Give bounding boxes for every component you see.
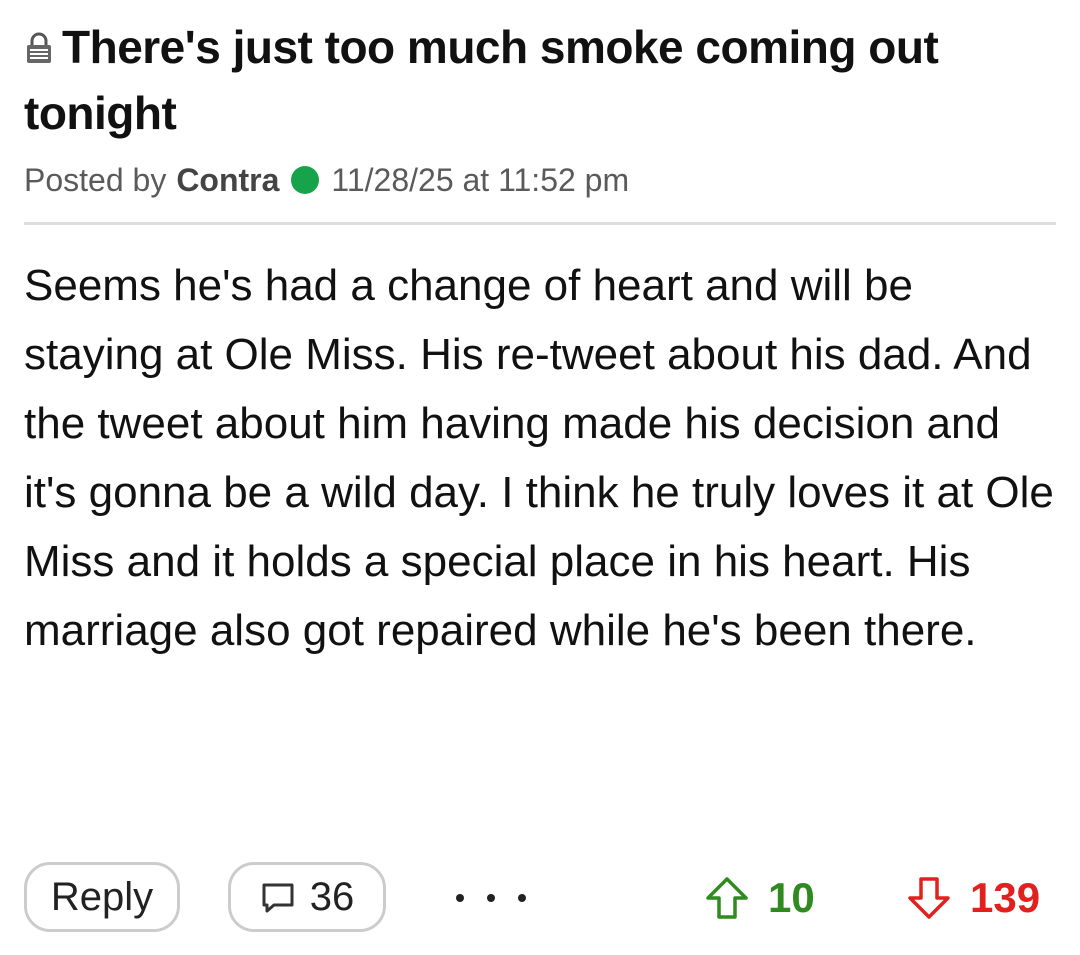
author-name[interactable]: Contra bbox=[176, 158, 279, 202]
upvote-count: 10 bbox=[768, 874, 815, 921]
upvote-button[interactable]: 10 bbox=[704, 870, 815, 926]
post: There's just too much smoke coming out t… bbox=[24, 14, 1056, 665]
arrow-up-icon bbox=[706, 877, 748, 919]
post-title[interactable]: There's just too much smoke coming out t… bbox=[24, 21, 939, 139]
comment-bubble-icon bbox=[262, 883, 294, 913]
post-body: Seems he's had a change of heart and wil… bbox=[24, 261, 1054, 655]
posted-by-label: Posted by bbox=[24, 162, 167, 198]
downvote-button[interactable]: 139 bbox=[906, 870, 1040, 926]
arrow-down-icon bbox=[908, 877, 950, 919]
divider bbox=[24, 222, 1056, 225]
ellipsis-icon bbox=[487, 894, 495, 902]
reply-button[interactable]: Reply bbox=[24, 862, 180, 932]
online-status-icon bbox=[291, 166, 320, 194]
lock-icon bbox=[24, 16, 54, 63]
downvote-count: 139 bbox=[970, 874, 1041, 921]
ellipsis-icon bbox=[456, 894, 464, 902]
post-title-row: There's just too much smoke coming out t… bbox=[24, 14, 1056, 146]
post-meta: Posted by Contra 11/28/25 at 11:52 pm bbox=[24, 158, 1056, 202]
comments-count: 36 bbox=[309, 874, 355, 919]
more-options-button[interactable] bbox=[456, 880, 526, 916]
post-actions: Reply 36 10 139 bbox=[24, 862, 1056, 934]
comments-button[interactable]: 36 bbox=[228, 862, 386, 932]
reply-label: Reply bbox=[50, 874, 154, 919]
ellipsis-icon bbox=[518, 894, 526, 902]
post-timestamp: 11/28/25 at 11:52 pm bbox=[331, 162, 630, 198]
